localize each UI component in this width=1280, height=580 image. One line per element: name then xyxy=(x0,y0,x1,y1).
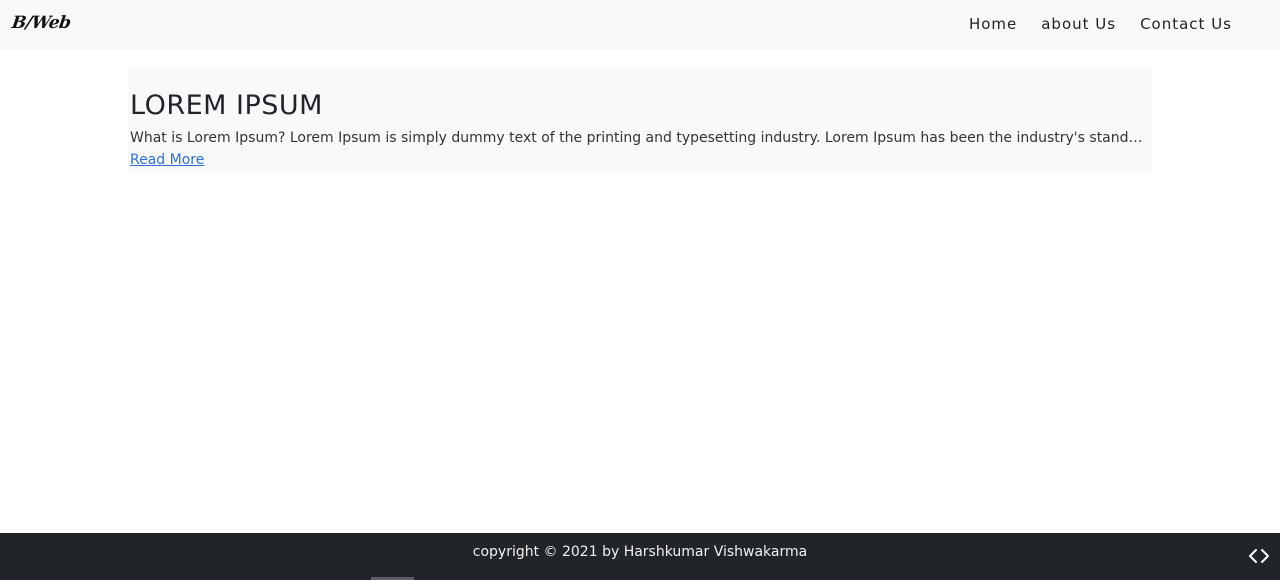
nav-link-about[interactable]: about Us xyxy=(1041,15,1116,33)
footer: copyright © 2021 by Harshkumar Vishwakar… xyxy=(0,533,1280,580)
navbar: B/Web Home about Us Contact Us xyxy=(0,0,1280,50)
code-icon[interactable] xyxy=(1248,547,1270,565)
article-excerpt: What is Lorem Ipsum? Lorem Ipsum is simp… xyxy=(130,130,1144,146)
nav-links: Home about Us Contact Us xyxy=(945,15,1232,33)
read-more-link[interactable]: Read More xyxy=(130,152,204,168)
nav-link-contact[interactable]: Contact Us xyxy=(1140,15,1232,33)
brand-logo[interactable]: B/Web xyxy=(11,13,72,33)
article-card: LOREM IPSUM What is Lorem Ipsum? Lorem I… xyxy=(128,68,1152,172)
article-title: LOREM IPSUM xyxy=(130,90,323,121)
footer-copyright: copyright © 2021 by Harshkumar Vishwakar… xyxy=(472,544,808,560)
nav-link-home[interactable]: Home xyxy=(969,15,1017,33)
